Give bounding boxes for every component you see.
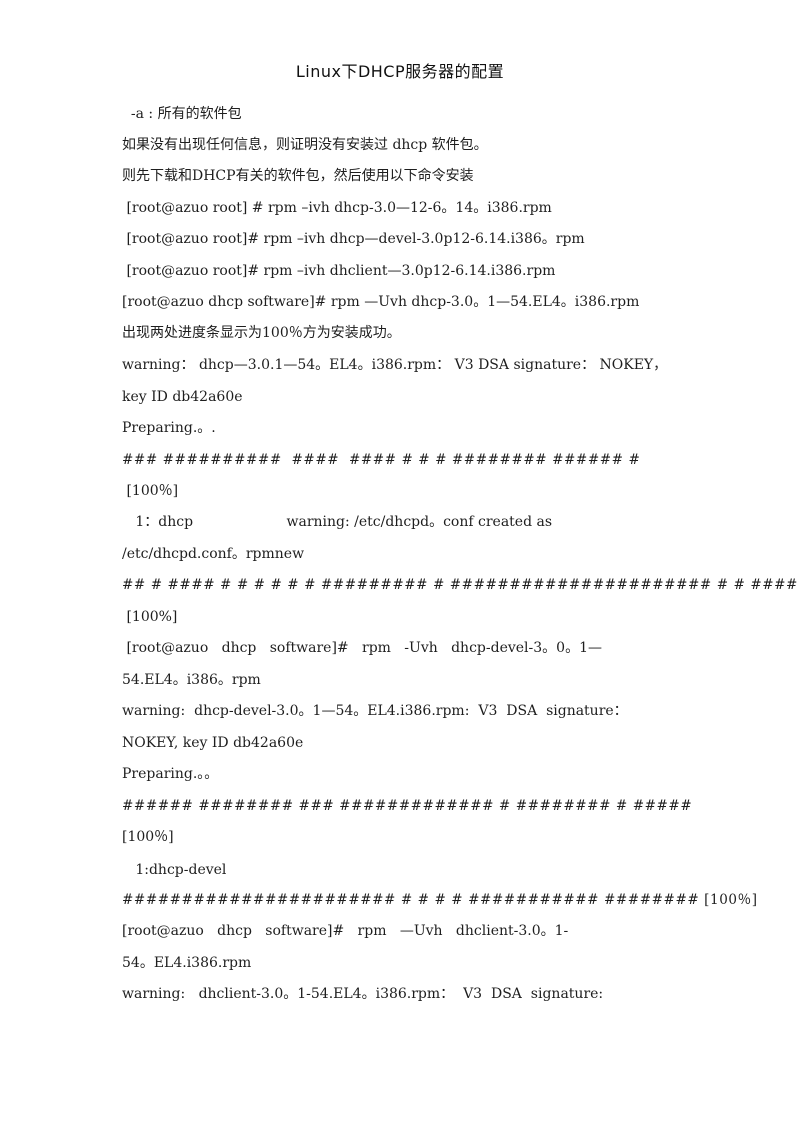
text-line: 则先下载和DHCP有关的软件包，然后使用以下命令安装 (122, 168, 474, 184)
output-line: Preparing.。. (122, 420, 216, 436)
progress-percent: [100%] (122, 609, 178, 625)
progress-bar-text: ## # #### # # # # # # ######### # ######… (122, 577, 800, 593)
output-line: warning： dhcp—3.0.1—54。EL4。i386.rpm： V3 … (122, 357, 668, 373)
output-line: NOKEY, key ID db42a60e (122, 735, 304, 751)
text-line: 出现两处进度条显示为100％方为安装成功。 (122, 325, 401, 341)
output-line: warning: dhclient-3.0。1-54.EL4。i386.rpm：… (122, 986, 604, 1002)
command-line: 54。EL4.i386.rpm (122, 955, 252, 971)
text-line: 如果没有出现任何信息，则证明没有安装过 dhcp 软件包。 (122, 137, 488, 153)
output-line: key ID db42a60e (122, 389, 243, 405)
command-line: [root@azuo dhcp software]# rpm -Uvh dhcp… (122, 640, 602, 656)
command-line: [root@azuo dhcp software]# rpm —Uvh dhcp… (122, 294, 640, 310)
output-line: /etc/dhcpd.conf。rpmnew (122, 546, 305, 562)
text-line: -a : 所有的软件包 (122, 106, 242, 122)
command-line: [root@azuo dhcp software]# rpm —Uvh dhcl… (122, 923, 569, 939)
progress-bar-text: ###### ######## ### ############# # ####… (122, 798, 693, 814)
output-line: warning: dhcp-devel-3.0。1—54。EL4.i386.rp… (122, 703, 628, 719)
document-title: Linux下DHCP服务器的配置 (295, 62, 505, 81)
command-line: 54.EL4。i386。rpm (122, 672, 261, 688)
command-line: [root@azuo root]# rpm –ivh dhclient—3.0p… (122, 263, 556, 279)
command-line: [root@azuo root]# rpm –ivh dhcp—devel-3.… (122, 231, 585, 247)
output-line: 1：dhcp warning: /etc/dhcpd。conf created … (122, 514, 553, 530)
progress-bar-text: ### ########## #### #### # # # ######## … (122, 452, 641, 468)
command-line: [root@azuo root] # rpm –ivh dhcp-3.0—12-… (122, 200, 552, 216)
output-line: 1:dhcp-devel (122, 862, 227, 878)
progress-bar-text: ####################### # # # # ########… (122, 892, 758, 908)
document-page: Linux下DHCP服务器的配置 -a : 所有的软件包 如果没有出现任何信息，… (0, 0, 800, 1132)
progress-percent: [100％] (122, 483, 179, 499)
output-line: Preparing.。。 (122, 766, 219, 782)
progress-percent: [100％] (122, 829, 174, 845)
